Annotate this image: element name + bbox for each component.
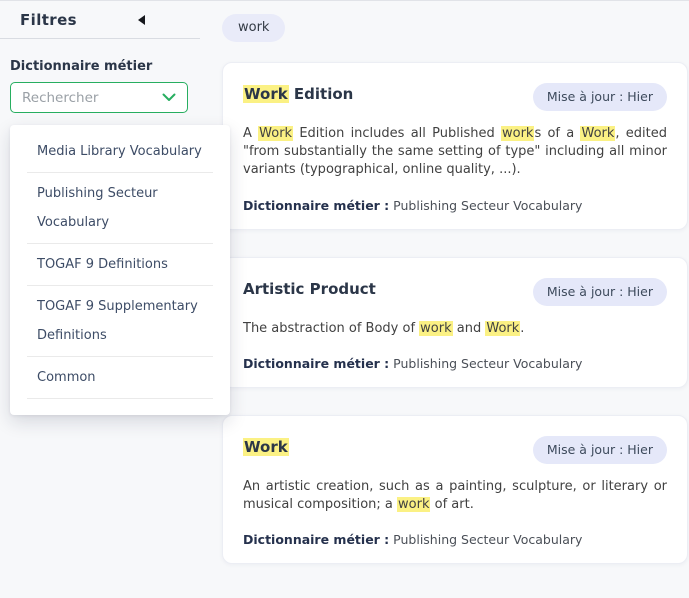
dictionary-value: Publishing Secteur Vocabulary — [393, 356, 582, 371]
dictionary-dropdown: Media Library Vocabulary Publishing Sect… — [10, 125, 230, 415]
search-term-highlight: work — [397, 497, 430, 512]
updated-badge: Mise à jour : Hier — [533, 83, 667, 111]
card-header: Artistic Product Mise à jour : Hier — [243, 278, 667, 306]
card-dictionary-line: Dictionnaire métier : Publishing Secteur… — [243, 356, 667, 371]
results-panel: work Work Edition Mise à jour : Hier A W… — [222, 14, 689, 591]
updated-badge: Mise à jour : Hier — [533, 278, 667, 306]
dictionary-label: Dictionnaire métier : — [243, 356, 389, 371]
result-card[interactable]: Artistic Product Mise à jour : Hier The … — [222, 257, 688, 388]
dropdown-option[interactable]: Publishing Secteur Vocabulary — [27, 173, 213, 244]
chevron-down-icon — [162, 93, 176, 102]
sidebar-header: Filtres — [0, 1, 200, 39]
search-term-highlight: work — [419, 321, 452, 336]
dictionary-label: Dictionnaire métier : — [243, 198, 389, 213]
card-dictionary-line: Dictionnaire métier : Publishing Secteur… — [243, 198, 667, 213]
active-term-chip[interactable]: work — [222, 14, 285, 42]
dropdown-option[interactable]: TOGAF 9 Supplementary Definitions — [27, 286, 213, 357]
search-term-highlight: Work — [485, 321, 520, 336]
sidebar-title: Filtres — [20, 11, 77, 29]
card-title: Work — [243, 436, 289, 456]
dictionary-label: Dictionnaire métier : — [243, 532, 389, 547]
dictionary-select[interactable]: Rechercher — [10, 82, 188, 113]
search-term-highlight: Work — [258, 126, 293, 141]
result-card[interactable]: Work Edition Mise à jour : Hier A Work E… — [222, 62, 688, 230]
dropdown-option[interactable]: TOGAF 9 Definitions — [27, 244, 213, 286]
dropdown-option[interactable]: Media Library Vocabulary — [27, 131, 213, 173]
dictionary-select-placeholder: Rechercher — [22, 90, 98, 106]
card-description: An artistic creation, such as a painting… — [243, 478, 667, 514]
filter-group-label: Dictionnaire métier — [10, 59, 222, 74]
card-dictionary-line: Dictionnaire métier : Publishing Secteur… — [243, 532, 667, 547]
dictionary-value: Publishing Secteur Vocabulary — [393, 532, 582, 547]
card-title: Artistic Product — [243, 278, 376, 298]
result-card[interactable]: Work Mise à jour : Hier An artistic crea… — [222, 415, 688, 564]
dropdown-option[interactable]: Common — [27, 357, 213, 399]
card-description: A Work Edition includes all Published wo… — [243, 125, 667, 180]
card-title: Work Edition — [243, 83, 353, 103]
card-header: Work Mise à jour : Hier — [243, 436, 667, 464]
search-term-highlight: Work — [243, 85, 289, 103]
search-term-highlight: Work — [580, 126, 615, 141]
card-description: The abstraction of Body of work and Work… — [243, 320, 667, 338]
collapse-sidebar-icon[interactable] — [138, 15, 145, 25]
search-term-highlight: work — [501, 126, 534, 141]
search-term-highlight: Work — [243, 438, 289, 456]
card-header: Work Edition Mise à jour : Hier — [243, 83, 667, 111]
updated-badge: Mise à jour : Hier — [533, 436, 667, 464]
filters-sidebar: Filtres Dictionnaire métier Rechercher M… — [0, 1, 222, 113]
dictionary-value: Publishing Secteur Vocabulary — [393, 198, 582, 213]
